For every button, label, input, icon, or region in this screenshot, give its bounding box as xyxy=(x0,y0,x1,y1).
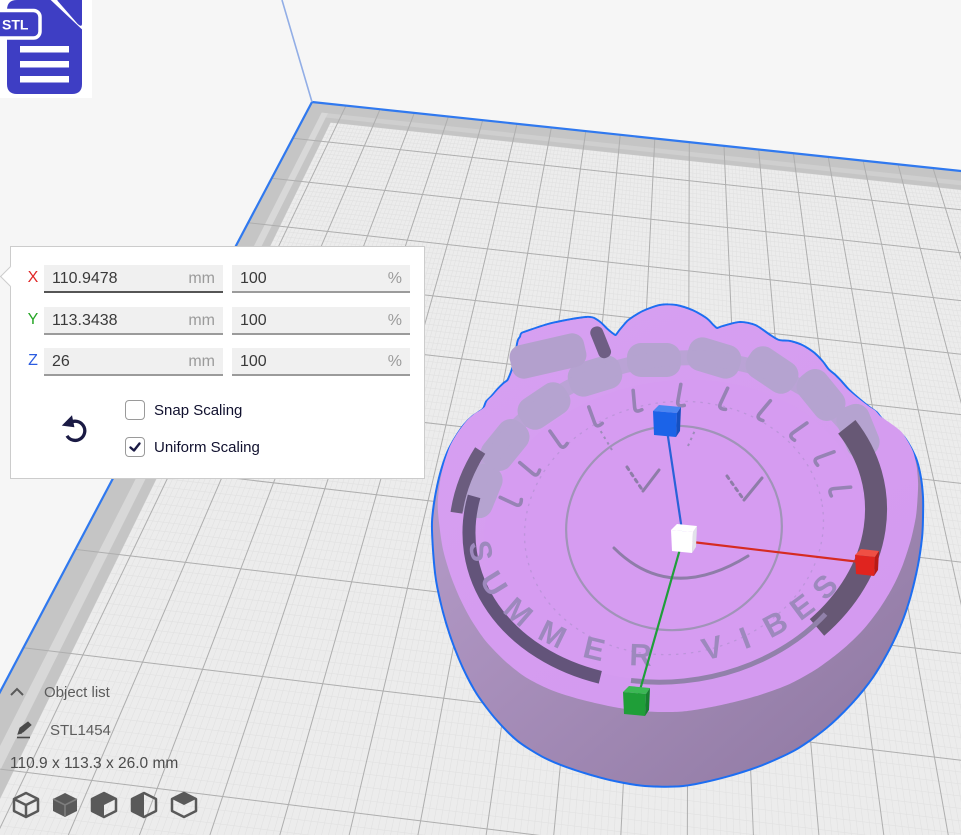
svg-text:STL: STL xyxy=(2,17,29,33)
